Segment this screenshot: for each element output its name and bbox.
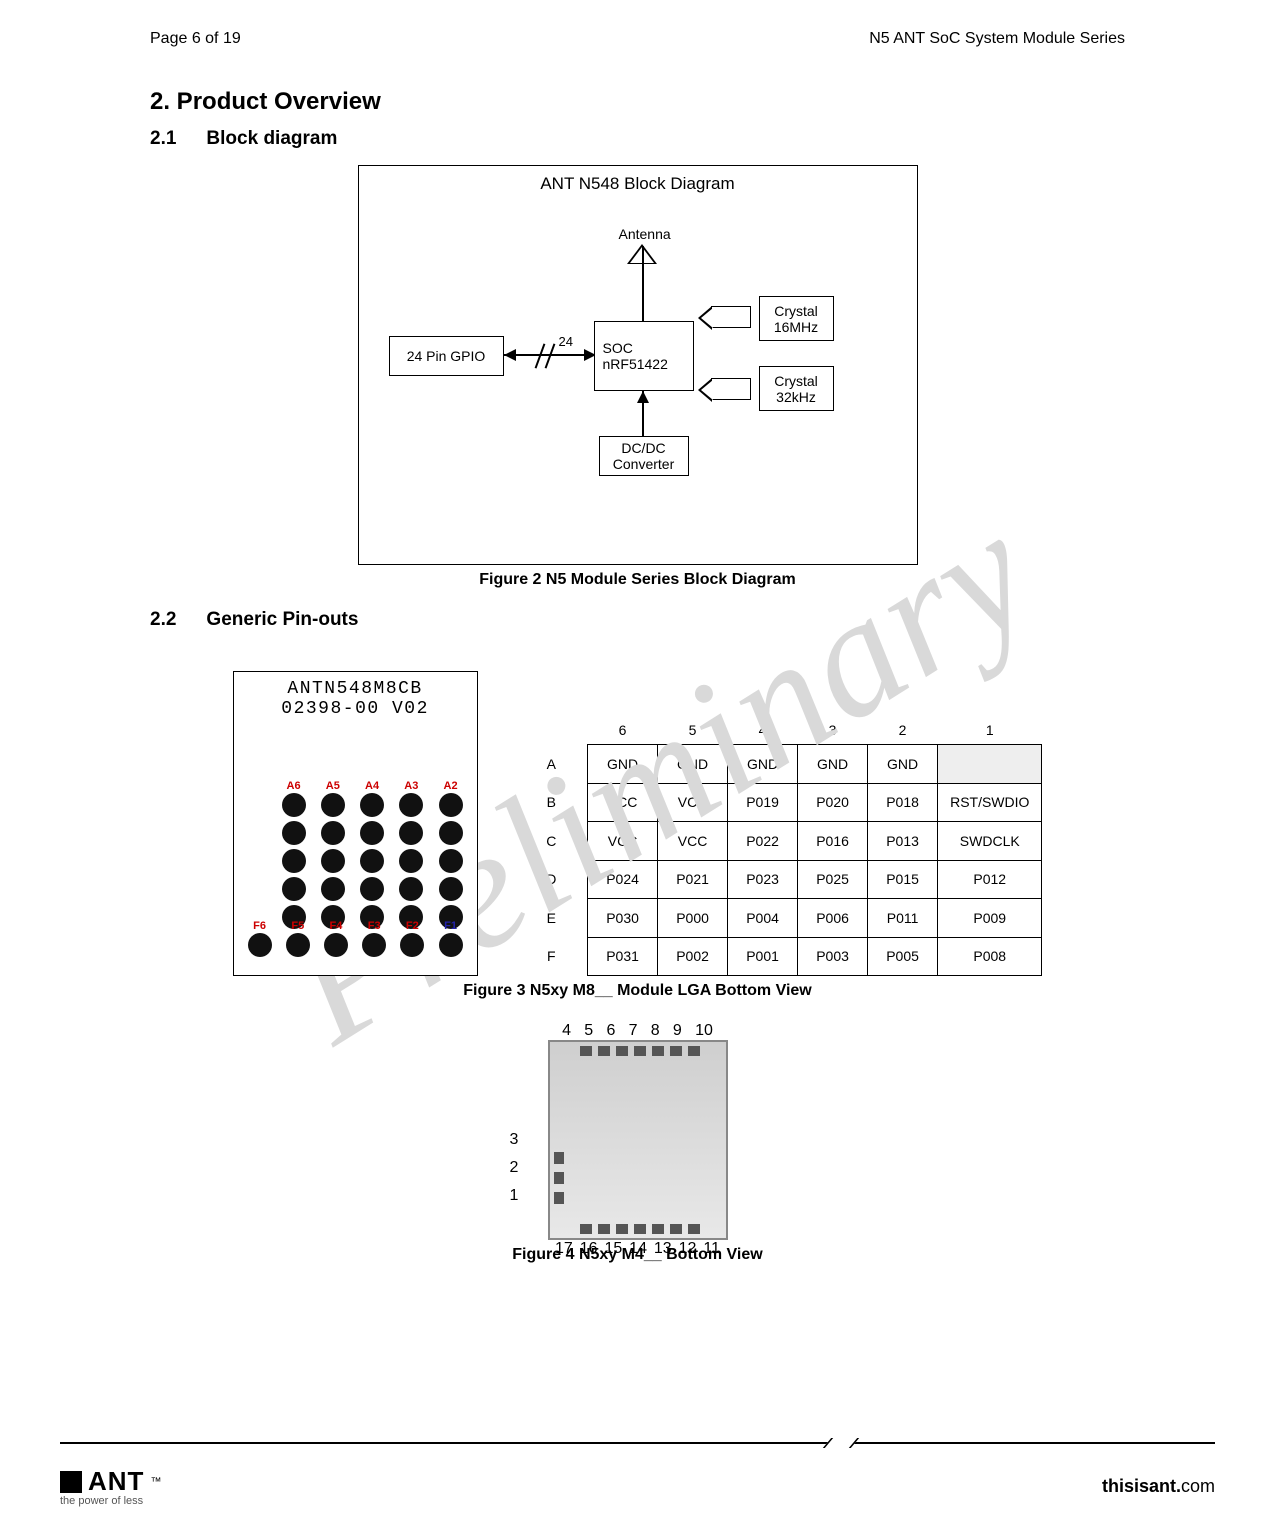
dcdc-box: DC/DC Converter	[599, 436, 689, 476]
website-link: thisisant.com	[1102, 1476, 1215, 1497]
crystal-32khz-box: Crystal 32kHz	[759, 366, 834, 411]
pinout-table: 654321 AGNDGNDGNDGNDGNDBVCCVCCP019P020P0…	[518, 716, 1043, 976]
figure-2-caption: Figure 2 N5 Module Series Block Diagram	[150, 571, 1125, 589]
antenna-label: Antenna	[619, 226, 671, 242]
bus-width-label: 24	[559, 334, 573, 349]
heading-22-num: 2.2	[150, 609, 176, 631]
m4-module-drawing: 45678910 321 17161514131211	[528, 1040, 748, 1240]
figure-3-caption: Figure 3 N5xy M8__ Module LGA Bottom Vie…	[150, 982, 1125, 1000]
page-footer: ANT ™ the power of less thisisant.com	[0, 1442, 1275, 1537]
gpio-box: 24 Pin GPIO	[389, 336, 504, 376]
heading-21-title: Block diagram	[206, 128, 337, 150]
soc-box: SOC nRF51422	[594, 321, 694, 391]
ant-logo: ANT ™	[60, 1466, 161, 1497]
heading-22-title: Generic Pin-outs	[206, 609, 358, 631]
arrow-icon	[711, 378, 751, 400]
logo-tagline: the power of less	[60, 1495, 161, 1507]
crystal-16mhz-box: Crystal 16MHz	[759, 296, 834, 341]
heading-21-num: 2.1	[150, 128, 176, 150]
arrow-icon	[711, 306, 751, 328]
heading-1: 2. Product Overview	[150, 88, 1125, 116]
lga-module-drawing: ANTN548M8CB 02398-00 V02 A6A5A4A3A2F6F5F…	[233, 671, 478, 976]
block-diagram-title: ANT N548 Block Diagram	[359, 166, 917, 194]
block-diagram: ANT N548 Block Diagram Antenna 24 Pin GP…	[358, 165, 918, 565]
doc-title: N5 ANT SoC System Module Series	[869, 30, 1125, 48]
page-number: Page 6 of 19	[150, 30, 241, 48]
